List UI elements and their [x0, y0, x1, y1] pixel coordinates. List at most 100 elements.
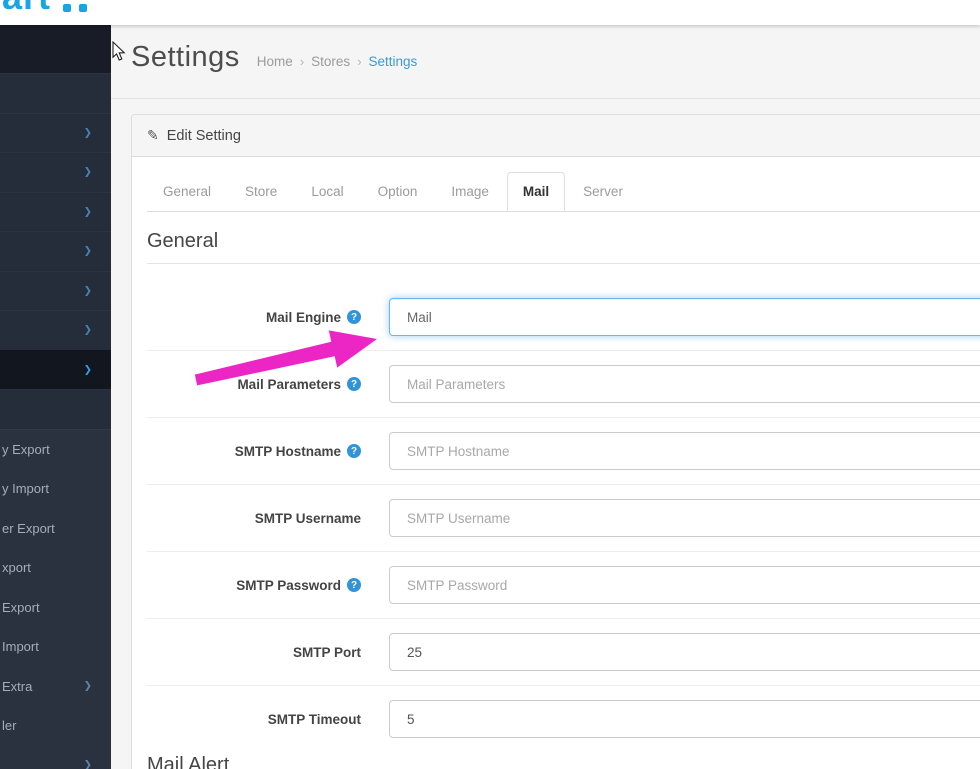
sidebar-submenu-item[interactable]: er Export: [0, 509, 111, 549]
input-smtp-password[interactable]: [389, 566, 980, 604]
field-input-wrap: [389, 499, 980, 537]
tab-image: Image: [435, 172, 505, 211]
label-smtp-hostname: SMTP Hostname: [235, 444, 341, 459]
chevron-right-icon: ❯: [84, 285, 92, 296]
sidebar-item[interactable]: ❯: [0, 310, 111, 350]
chevron-right-icon: ❯: [84, 364, 92, 375]
form-row-mail-engine: Mail Engine ?: [147, 284, 980, 351]
sidebar-submenu-item[interactable]: Import: [0, 627, 111, 667]
chevron-right-icon: ❯: [84, 167, 92, 178]
chevron-right-icon: ❯: [84, 746, 92, 769]
tab-store: Store: [229, 172, 293, 211]
field-input-wrap: [389, 633, 980, 671]
panel-heading-label: Edit Setting: [167, 128, 241, 144]
tab-link-option[interactable]: Option: [362, 172, 434, 211]
input-smtp-username[interactable]: [389, 499, 980, 537]
help-icon[interactable]: ?: [347, 310, 361, 324]
breadcrumb-link-home[interactable]: Home: [257, 54, 293, 69]
form-row-smtp-port: SMTP Port ?: [147, 619, 980, 686]
sidebar-item[interactable]: [0, 389, 111, 429]
breadcrumb: Home›Stores›Settings: [257, 54, 418, 69]
submenu-item-label: er Export: [2, 521, 55, 536]
sidebar-item[interactable]: ❯: [0, 113, 111, 153]
tab-link-local[interactable]: Local: [295, 172, 359, 211]
submenu-item-label: Extra: [2, 679, 32, 694]
sidebar-submenu-item[interactable]: ❯: [0, 746, 111, 769]
page-header: Settings Home›Stores›Settings: [111, 25, 980, 99]
submenu-item-label: xport: [2, 560, 31, 575]
tab-general: General: [147, 172, 227, 211]
sidebar-item[interactable]: [0, 73, 111, 113]
tab-link-image[interactable]: Image: [435, 172, 505, 211]
label-smtp-username: SMTP Username: [255, 511, 361, 526]
field-input-wrap: [389, 365, 980, 403]
section-title-mail-alert: Mail Alert: [147, 754, 980, 769]
input-mail-parameters[interactable]: [389, 365, 980, 403]
top-bar: art: [0, 0, 980, 25]
breadcrumb-separator: ›: [300, 54, 304, 69]
chevron-right-icon: ❯: [84, 246, 92, 257]
select-mail-engine[interactable]: [389, 298, 980, 336]
breadcrumb-link-settings[interactable]: Settings: [369, 54, 418, 69]
sidebar-item-active[interactable]: ❯: [0, 350, 111, 390]
sidebar-submenu-item[interactable]: Export: [0, 588, 111, 628]
sidebar-item[interactable]: ❯: [0, 152, 111, 192]
sidebar-submenu-item[interactable]: ler: [0, 706, 111, 746]
input-smtp-hostname[interactable]: [389, 432, 980, 470]
submenu-item-label: Import: [2, 639, 39, 654]
field-input-wrap: [389, 566, 980, 604]
pencil-icon: ✎: [147, 127, 159, 143]
help-icon[interactable]: ?: [347, 377, 361, 391]
sidebar-submenu-item[interactable]: y Import: [0, 469, 111, 509]
opencart-logo[interactable]: art: [2, 0, 102, 17]
mail-settings-form: Mail Engine ? Mail Parameters ? SMTP Hos…: [147, 284, 980, 752]
field-label: Mail Engine ?: [147, 310, 361, 325]
tab-link-server[interactable]: Server: [567, 172, 639, 211]
input-smtp-timeout[interactable]: [389, 700, 980, 738]
field-label: SMTP Timeout ?: [147, 712, 361, 727]
edit-setting-panel: ✎Edit Setting GeneralStoreLocalOptionIma…: [131, 114, 980, 769]
tab-link-store[interactable]: Store: [229, 172, 293, 211]
breadcrumb-link-stores[interactable]: Stores: [311, 54, 350, 69]
field-label: SMTP Hostname ?: [147, 444, 361, 459]
label-mail-parameters: Mail Parameters: [237, 377, 341, 392]
submenu-item-label: Export: [2, 600, 40, 615]
label-smtp-password: SMTP Password: [236, 578, 341, 593]
help-icon[interactable]: ?: [347, 578, 361, 592]
chevron-right-icon: ❯: [84, 325, 92, 336]
help-icon[interactable]: ?: [347, 444, 361, 458]
form-row-smtp-timeout: SMTP Timeout ?: [147, 686, 980, 752]
sidebar-item[interactable]: ❯: [0, 231, 111, 271]
main-content: Settings Home›Stores›Settings ✎Edit Sett…: [111, 25, 980, 769]
field-label: SMTP Password ?: [147, 578, 361, 593]
panel-body: GeneralStoreLocalOptionImageMailServer G…: [132, 157, 980, 769]
sidebar-menu: ❯ ❯ ❯ ❯ ❯ ❯ ❯: [0, 73, 111, 429]
sidebar-header-block: [0, 23, 111, 73]
tab-link-general[interactable]: General: [147, 172, 227, 211]
submenu-item-label: y Export: [2, 442, 50, 457]
sidebar-submenu-item[interactable]: xport: [0, 548, 111, 588]
label-mail-engine: Mail Engine: [266, 310, 341, 325]
sidebar-item[interactable]: ❯: [0, 271, 111, 311]
panel-heading: ✎ Edit Setting: [132, 115, 980, 157]
chevron-right-icon: ❯: [84, 667, 92, 707]
field-label: Mail Parameters ?: [147, 377, 361, 392]
logo-text-fragment: art: [2, 0, 102, 17]
sidebar-navigation: ❯ ❯ ❯ ❯ ❯ ❯ ❯ y Export y Import er Export xport Ex…: [0, 23, 111, 769]
form-row-smtp-password: SMTP Password ?: [147, 552, 980, 619]
sidebar-item[interactable]: ❯: [0, 192, 111, 232]
field-input-wrap: [389, 700, 980, 738]
sidebar-submenu-item[interactable]: Extra ❯: [0, 667, 111, 707]
section-title-general: General: [147, 230, 980, 264]
field-label: SMTP Port ?: [147, 645, 361, 660]
logo-dot-icon: [63, 4, 71, 12]
tab-option: Option: [362, 172, 434, 211]
input-smtp-port[interactable]: [389, 633, 980, 671]
sidebar-submenu-item[interactable]: y Export: [0, 430, 111, 470]
label-smtp-port: SMTP Port: [293, 645, 361, 660]
tab-link-mail[interactable]: Mail: [507, 172, 565, 211]
logo-dot-icon: [79, 4, 87, 12]
tab-local: Local: [295, 172, 359, 211]
form-row-smtp-username: SMTP Username ?: [147, 485, 980, 552]
sidebar-submenu: y Export y Import er Export xport Export Impo…: [0, 429, 111, 769]
